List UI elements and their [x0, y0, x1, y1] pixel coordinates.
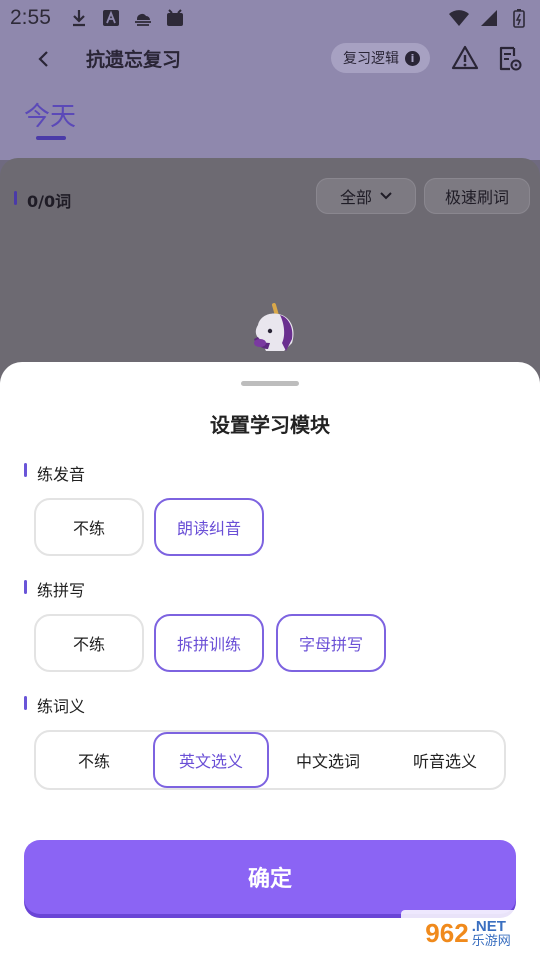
weather-icon — [132, 8, 154, 28]
meaning-option-listen-choice[interactable]: 听音选义 — [387, 732, 503, 788]
fast-review-button[interactable]: 极速刷词 — [424, 178, 530, 214]
word-count: 0/0词 — [27, 192, 72, 211]
chevron-left-icon — [38, 51, 48, 67]
unicorn-mascot-icon — [244, 303, 300, 355]
meaning-option-none[interactable]: 不练 — [36, 732, 152, 788]
filter-dropdown[interactable]: 全部 — [316, 178, 416, 214]
chevron-down-icon — [380, 192, 392, 200]
watermark-suffix: .NET — [471, 918, 506, 935]
info-icon: i — [405, 50, 420, 66]
review-logic-label: 复习逻辑 — [343, 51, 399, 67]
warning-icon — [451, 45, 479, 70]
section-accent-bar — [24, 696, 27, 710]
record-button[interactable] — [494, 43, 524, 73]
tab-indicator — [36, 136, 66, 140]
spelling-option-letter-spelling[interactable]: 字母拼写 — [276, 614, 386, 672]
drag-handle[interactable] — [241, 381, 299, 386]
watermark-number: 962 — [425, 917, 469, 948]
filter-label: 全部 — [339, 188, 372, 207]
status-bar: 2:55 — [0, 0, 540, 36]
tab-today[interactable]: 今天 — [24, 96, 76, 133]
page-title: 抗遗忘复习 — [86, 49, 182, 71]
sheet-title: 设置学习模块 — [210, 413, 330, 437]
battery-icon — [508, 8, 530, 28]
count-accent-bar — [14, 191, 17, 205]
section-meaning-label: 练词义 — [37, 697, 86, 716]
pronunciation-option-none[interactable]: 不练 — [34, 498, 144, 556]
report-button[interactable] — [450, 43, 480, 73]
confirm-button[interactable]: 确定 — [24, 840, 516, 914]
pronunciation-option-read-aloud[interactable]: 朗读纠音 — [154, 498, 264, 556]
app-header: 抗遗忘复习 复习逻辑 i — [0, 36, 540, 82]
section-pronunciation-label: 练发音 — [37, 465, 86, 484]
meaning-option-english-choice[interactable]: 英文选义 — [153, 732, 269, 788]
status-time: 2:55 — [10, 6, 51, 29]
site-watermark-logo: 962 .NET 乐游网 — [401, 910, 535, 956]
spelling-option-split-training[interactable]: 拆拼训练 — [154, 614, 264, 672]
spelling-option-none[interactable]: 不练 — [34, 614, 144, 672]
meaning-option-chinese-choice[interactable]: 中文选词 — [270, 732, 386, 788]
app-notification-icon — [100, 8, 122, 28]
back-button[interactable] — [28, 44, 58, 74]
signal-icon — [478, 8, 500, 28]
fast-review-label: 极速刷词 — [444, 188, 509, 207]
section-spelling-label: 练拼写 — [37, 581, 86, 600]
android-icon — [164, 8, 186, 28]
review-logic-button[interactable]: 复习逻辑 i — [331, 43, 430, 73]
section-accent-bar — [24, 580, 27, 594]
study-module-sheet: 设置学习模块 练发音 不练 朗读纠音 练拼写 不练 拆拼训练 字母拼写 练词义 … — [0, 362, 540, 960]
watermark-site: 乐游网 — [471, 933, 511, 948]
download-icon — [68, 8, 90, 28]
document-settings-icon — [499, 46, 522, 71]
section-accent-bar — [24, 463, 27, 477]
wifi-icon — [448, 8, 470, 28]
